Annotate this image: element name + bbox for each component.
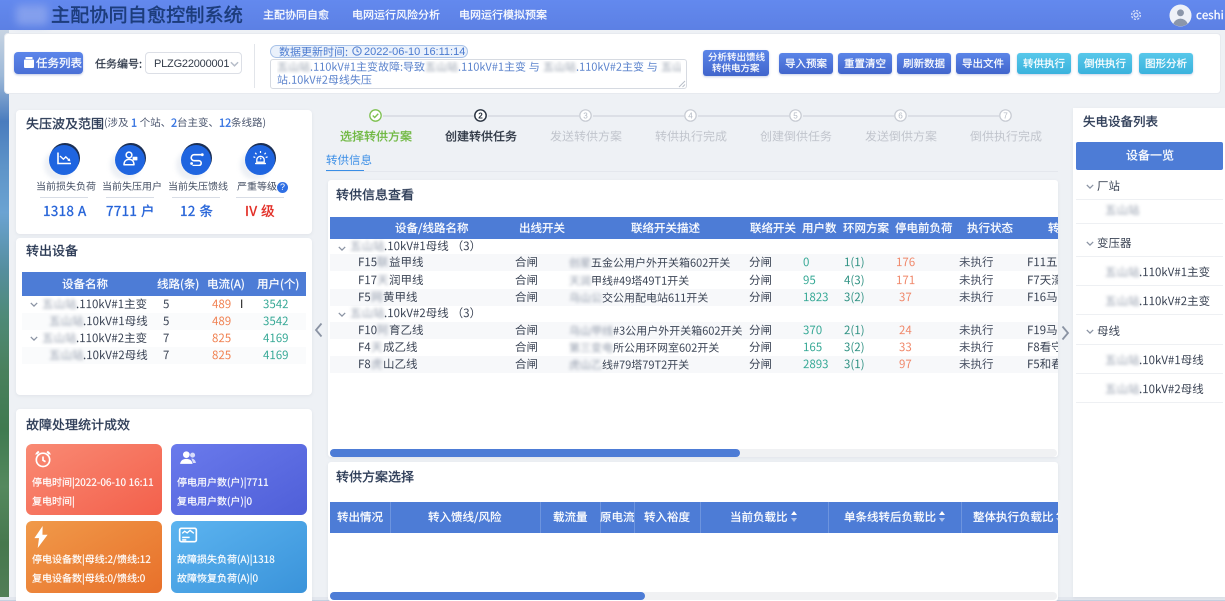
svg-text:2: 2 — [478, 111, 483, 120]
svg-text:5: 5 — [793, 111, 798, 120]
svg-text:6: 6 — [898, 111, 903, 120]
svg-text:7: 7 — [1003, 111, 1008, 120]
svg-text:4: 4 — [688, 111, 693, 120]
svg-text:3: 3 — [583, 111, 588, 120]
